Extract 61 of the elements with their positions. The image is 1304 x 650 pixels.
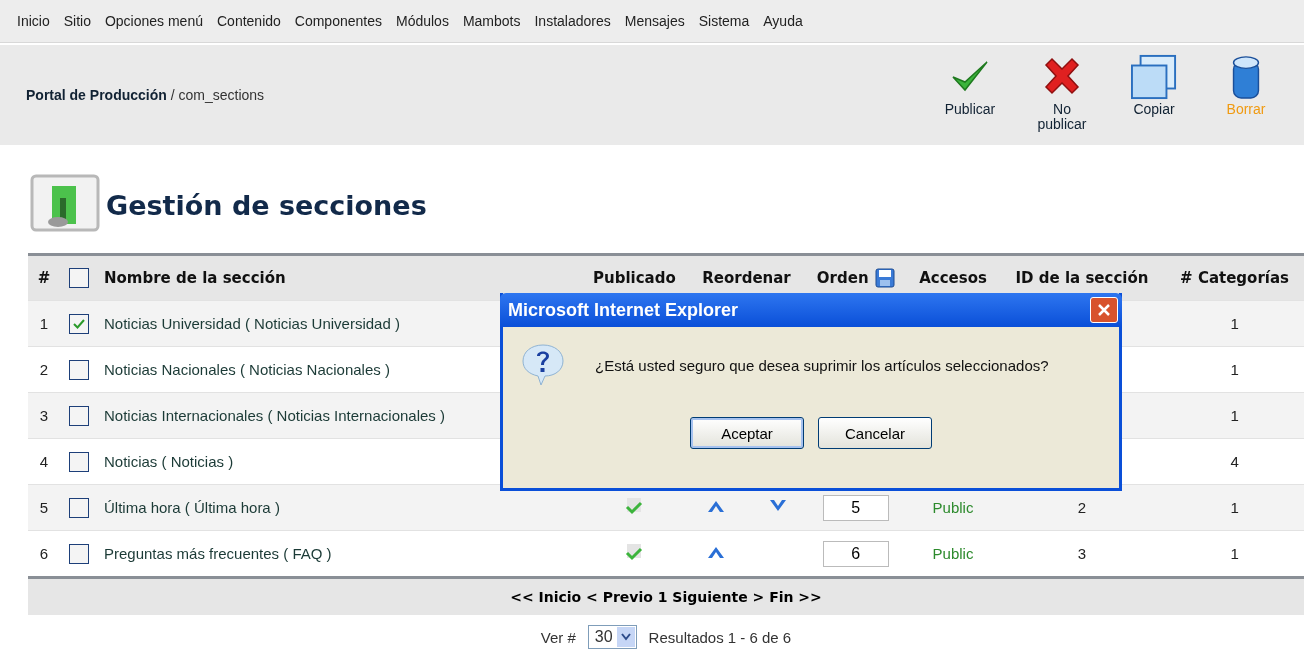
toolbar-button[interactable]: Publicar: [926, 48, 1014, 142]
access-link[interactable]: Public: [932, 499, 974, 516]
row-checkbox[interactable]: [69, 405, 89, 426]
section-name-link[interactable]: Última hora ( Última hora ): [98, 484, 580, 531]
caret-icon: [620, 633, 631, 641]
close-icon: [1097, 303, 1111, 317]
menu-item[interactable]: Opciones menú: [97, 13, 210, 29]
column-header: Orden: [816, 269, 869, 287]
page-title: Gestión de secciones: [106, 189, 427, 221]
save-icon[interactable]: [874, 268, 895, 288]
trash-icon: [1230, 54, 1262, 100]
menu-item[interactable]: Módulos: [389, 13, 456, 29]
results-count: Resultados 1 - 6 de 6: [648, 628, 792, 646]
breadcrumb: Portal de Producción / com_sections: [26, 87, 265, 103]
row-checkbox[interactable]: [69, 313, 89, 334]
category-count: 1: [1165, 484, 1304, 531]
close-button[interactable]: [1090, 297, 1118, 323]
menu-item[interactable]: Ayuda: [756, 13, 810, 29]
section-id: 2: [1077, 499, 1087, 516]
row-checkbox[interactable]: [69, 543, 89, 564]
category-count: 1: [1165, 530, 1304, 578]
section-name-link[interactable]: Preguntas más frecuentes ( FAQ ): [98, 530, 580, 578]
menu-item[interactable]: Instaladores: [527, 13, 618, 29]
menu-item[interactable]: Componentes: [287, 13, 389, 29]
published-check-icon[interactable]: [624, 542, 645, 562]
row-checkbox[interactable]: [69, 451, 89, 472]
menu-item[interactable]: Mambots: [455, 13, 528, 29]
dialog-button[interactable]: Cancelar: [818, 417, 932, 449]
category-count: 1: [1165, 392, 1304, 439]
menu-item[interactable]: Sistema: [691, 13, 757, 29]
section-id: 3: [1077, 545, 1087, 562]
pagination-links[interactable]: << Inicio < Previo 1 Siguiente > Fin >>: [510, 589, 822, 605]
row-checkbox[interactable]: [69, 497, 89, 518]
row-number: 3: [28, 392, 60, 439]
page-size-select[interactable]: 30: [587, 625, 637, 649]
order-field[interactable]: 5: [822, 494, 889, 521]
move-up-icon[interactable]: [706, 545, 725, 559]
column-header: #: [28, 254, 60, 301]
move-down-icon[interactable]: [768, 499, 787, 513]
access-link[interactable]: Public: [932, 545, 974, 562]
row-number: 5: [28, 484, 60, 531]
menu-item[interactable]: Mensajes: [617, 13, 692, 29]
order-field[interactable]: 6: [822, 540, 889, 567]
column-header: # Categorías: [1165, 254, 1304, 301]
column-header: Nombre de la sección: [98, 254, 580, 301]
dialog-button[interactable]: Aceptar: [690, 417, 804, 449]
toolbar-button[interactable]: Copiar: [1110, 48, 1198, 142]
row-number: 6: [28, 530, 60, 578]
row-number: 1: [28, 300, 60, 347]
show-label: Ver #: [540, 628, 576, 646]
toolbar-button[interactable]: No publicar: [1018, 48, 1106, 142]
category-count: 1: [1165, 300, 1304, 347]
menu-item[interactable]: Inicio: [10, 13, 57, 29]
published-check-icon[interactable]: [624, 496, 645, 516]
menu-item[interactable]: Sitio: [56, 13, 98, 29]
row-checkbox[interactable]: [69, 359, 89, 380]
checkmark-icon: [73, 318, 85, 329]
dialog-message: ¿Está usted seguro que desea suprimir los artículos seleccionados?: [595, 356, 1049, 374]
move-up-icon[interactable]: [706, 499, 725, 513]
menu-item[interactable]: Contenido: [210, 13, 288, 29]
select-all-checkbox[interactable]: [69, 268, 89, 288]
